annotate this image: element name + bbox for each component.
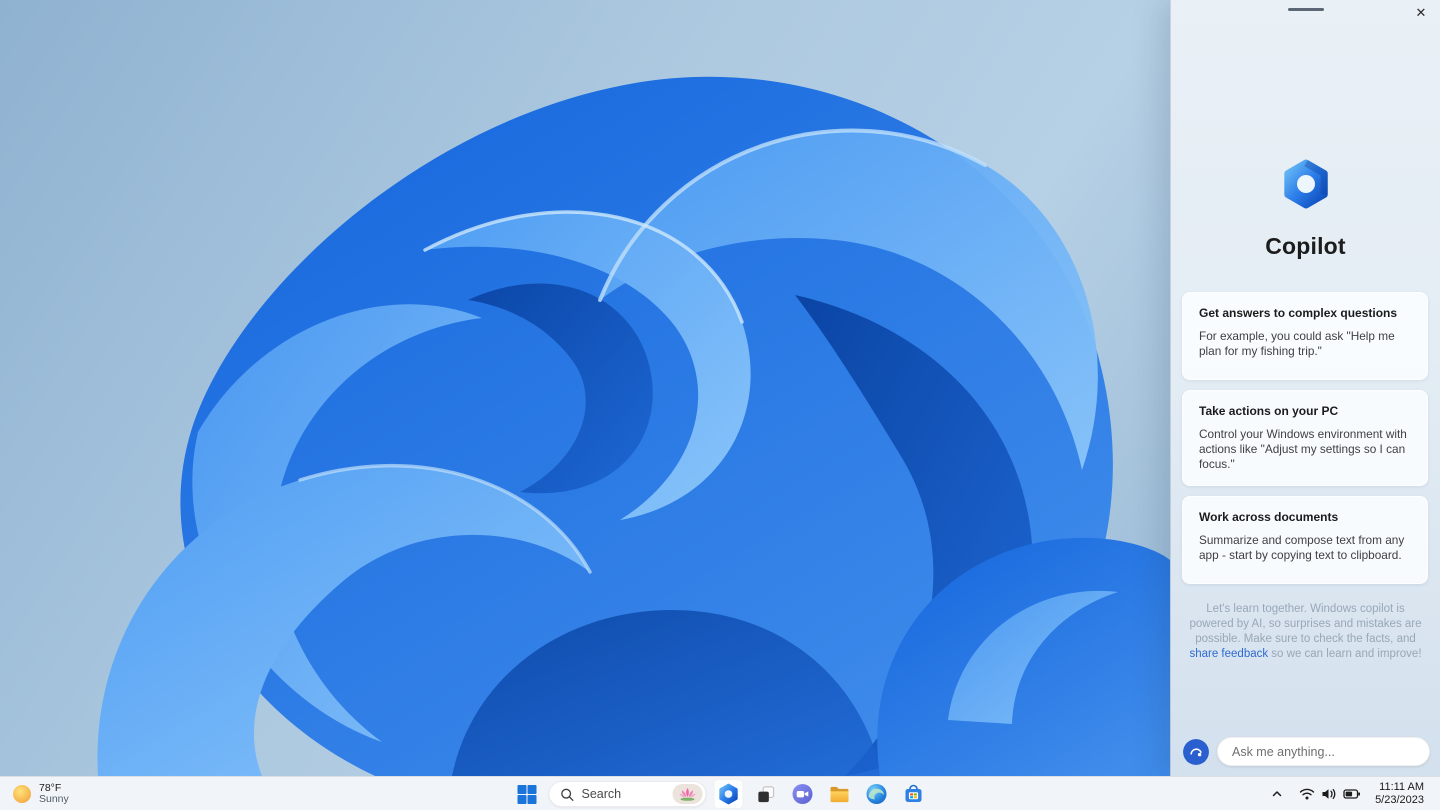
sun-icon — [13, 785, 31, 803]
clock-time: 11:11 AM — [1379, 781, 1424, 793]
file-explorer-button[interactable] — [825, 779, 855, 809]
disclaimer-text: so we can learn and improve! — [1268, 648, 1422, 660]
clock[interactable]: 11:11 AM 5/23/2023 — [1371, 780, 1428, 808]
card-complex-questions[interactable]: Get answers to complex questions For exa… — [1182, 292, 1428, 380]
task-view-button[interactable] — [751, 779, 781, 809]
card-pc-actions[interactable]: Take actions on your PC Control your Win… — [1182, 390, 1428, 486]
disclaimer-text: Let's learn together. Windows copilot is… — [1189, 603, 1422, 645]
windows-logo-icon — [517, 784, 536, 804]
edge-icon — [866, 784, 887, 804]
suggestion-cards: Get answers to complex questions For exa… — [1182, 292, 1428, 584]
screen: ✕ Copilot Get answers to complex questio… — [0, 0, 1440, 810]
ai-disclaimer: Let's learn together. Windows copilot is… — [1189, 602, 1422, 662]
card-title: Work across documents — [1199, 510, 1339, 524]
copilot-taskbar-icon — [719, 783, 738, 805]
card-work-documents[interactable]: Work across documents Summarize and comp… — [1182, 496, 1428, 584]
widgets-weather-button[interactable]: 78°F Sunny — [0, 777, 83, 810]
card-title: Get answers to complex questions — [1199, 306, 1398, 320]
wifi-icon — [1299, 788, 1315, 800]
copilot-avatar-icon[interactable] — [1183, 738, 1209, 765]
system-tray: 11:11 AM 5/23/2023 — [1265, 777, 1440, 810]
close-button[interactable]: ✕ — [1410, 2, 1432, 24]
start-button[interactable] — [512, 779, 542, 809]
panel-title: Copilot — [1265, 233, 1346, 259]
microsoft-store-button[interactable] — [899, 779, 929, 809]
copilot-panel: ✕ Copilot Get answers to complex questio… — [1170, 0, 1440, 776]
volume-icon — [1322, 788, 1336, 800]
share-feedback-link[interactable]: share feedback — [1189, 648, 1268, 660]
panel-drag-handle[interactable] — [1287, 8, 1324, 11]
file-explorer-icon — [830, 786, 849, 803]
taskbar-copilot-button[interactable] — [713, 779, 744, 809]
card-body: Summarize and compose text from any app … — [1199, 533, 1405, 562]
taskbar: 78°F Sunny Search 11:11 AM 5/23/2023 — [0, 776, 1440, 810]
edge-browser-button[interactable] — [862, 779, 892, 809]
tray-overflow-button[interactable] — [1265, 780, 1289, 808]
microsoft-store-icon — [905, 784, 922, 802]
taskbar-center: Search — [512, 777, 929, 810]
card-body: Control your Windows environment with ac… — [1199, 427, 1407, 471]
network-volume-battery-group[interactable] — [1293, 780, 1367, 808]
task-view-icon — [757, 785, 774, 802]
chat-icon — [792, 784, 813, 804]
ask-input-row — [1183, 737, 1430, 766]
lotus-icon — [679, 788, 696, 801]
clock-date: 5/23/2023 — [1375, 794, 1424, 806]
search-highlights-chip — [672, 784, 703, 804]
copilot-logo-icon — [1283, 159, 1328, 209]
ask-me-anything-input[interactable] — [1217, 737, 1430, 766]
card-body: For example, you could ask "Help me plan… — [1199, 329, 1395, 358]
card-title: Take actions on your PC — [1199, 404, 1339, 418]
search-box[interactable]: Search — [548, 781, 707, 807]
chat-button[interactable] — [788, 779, 818, 809]
search-label: Search — [581, 787, 622, 801]
search-icon — [561, 788, 574, 801]
battery-icon — [1343, 789, 1361, 799]
weather-condition: Sunny — [39, 793, 69, 805]
chevron-up-icon — [1272, 791, 1282, 797]
panel-hero: Copilot — [1171, 158, 1440, 260]
